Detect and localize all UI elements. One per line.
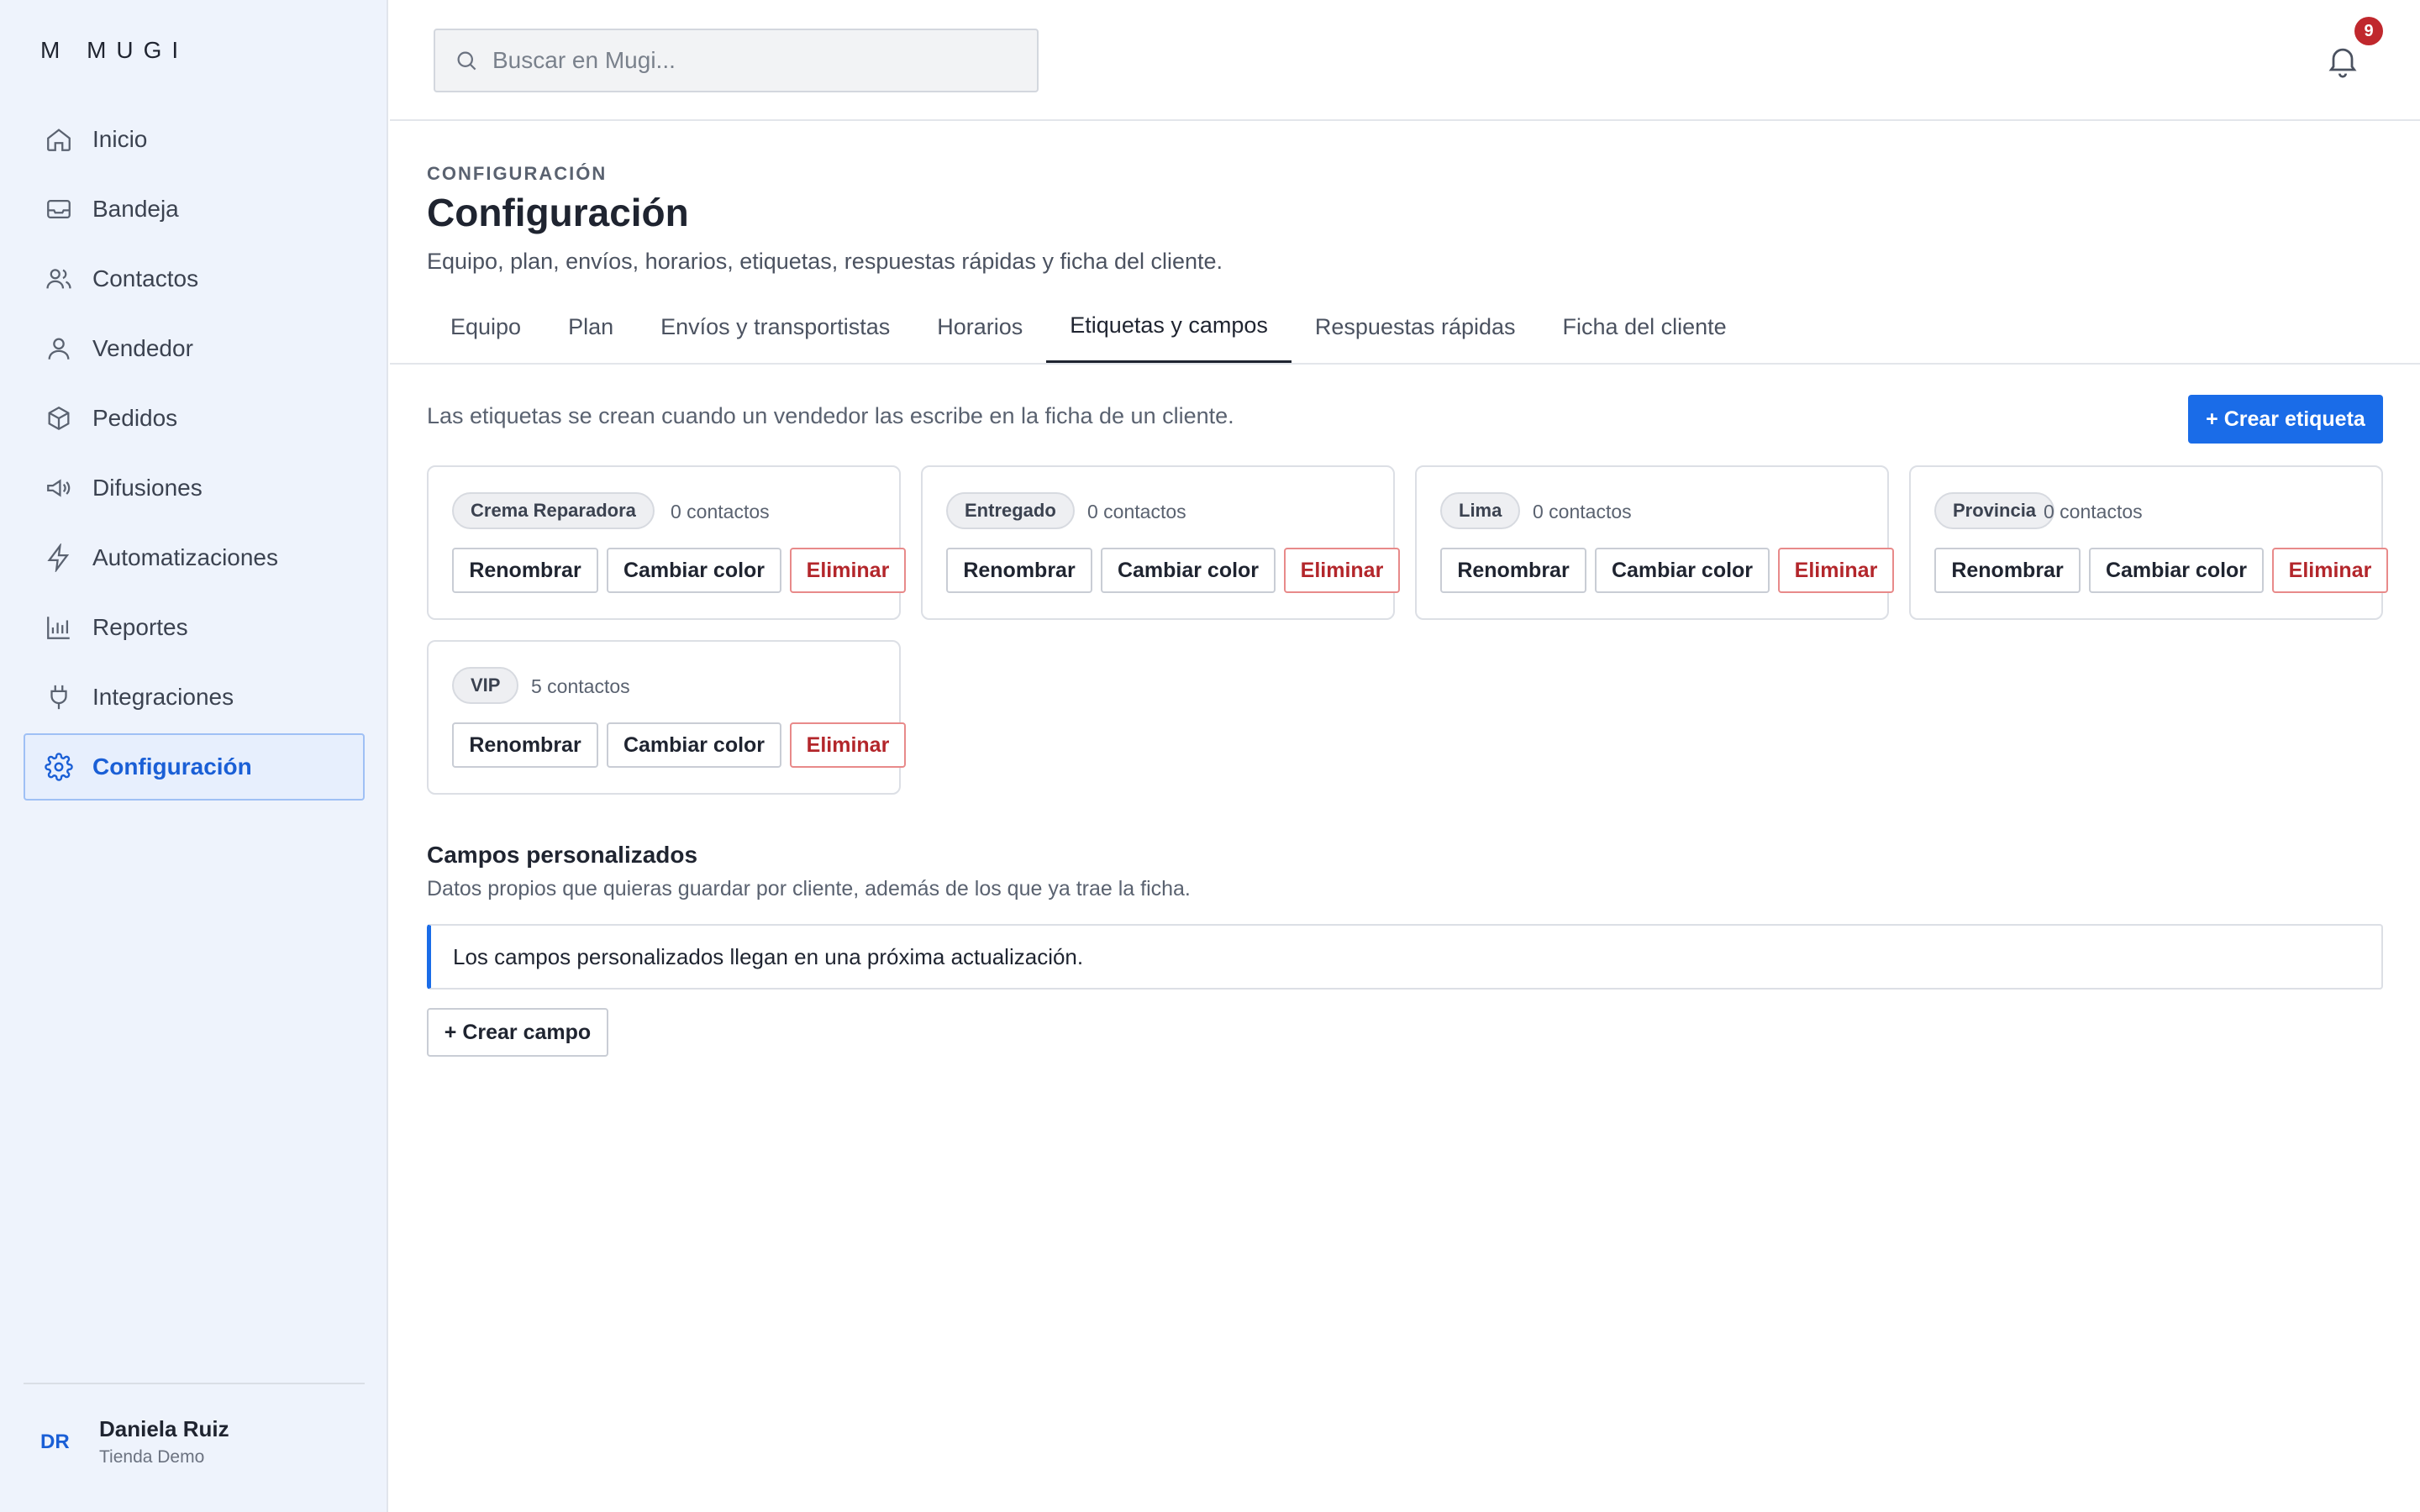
tag-chip: Provincia (1934, 492, 2055, 529)
sidebar-item-label: Inicio (92, 126, 148, 152)
sidebar-item-label: Vendedor (92, 335, 193, 361)
sidebar-item-difusiones[interactable]: Difusiones (24, 454, 365, 522)
box-icon (44, 403, 74, 433)
bar-chart-icon (44, 612, 74, 643)
tab-etiquetas-campos[interactable]: Etiquetas y campos (1046, 291, 1292, 363)
page-subtitle: Equipo, plan, envíos, horarios, etiqueta… (427, 249, 1223, 274)
search-input[interactable] (492, 47, 997, 74)
tag-card: Entregado 0 contactos Renombrar Cambiar … (921, 465, 1400, 620)
sidebar-item-integraciones[interactable]: Integraciones (24, 664, 365, 731)
tab-ficha-cliente[interactable]: Ficha del cliente (1539, 291, 1750, 363)
sidebar-item-label: Difusiones (92, 475, 203, 501)
delete-button[interactable]: Eliminar (1778, 548, 1894, 593)
inbox-icon (44, 194, 74, 224)
main-content: CONFIGURACIÓN Configuración Equipo, plan… (390, 123, 2420, 1512)
tab-equipo[interactable]: Equipo (427, 291, 544, 363)
change-color-button[interactable]: Cambiar color (2089, 548, 2264, 593)
tag-card: Provincia 0 contactos Renombrar Cambiar … (1909, 465, 2388, 620)
sidebar-item-label: Bandeja (92, 196, 179, 222)
delete-button[interactable]: Eliminar (1284, 548, 1400, 593)
sidebar-item-vendedor[interactable]: Vendedor (24, 315, 365, 382)
topbar: 9 (390, 0, 2420, 121)
sidebar-item-label: Pedidos (92, 405, 178, 431)
create-field-button[interactable]: + Crear campo (427, 1008, 608, 1057)
sidebar-item-label: Contactos (92, 265, 199, 291)
tags-note: Las etiquetas se crean cuando un vendedo… (427, 403, 1234, 428)
sidebar-item-label: Automatizaciones (92, 544, 279, 570)
tag-count: 0 contactos (1533, 501, 1632, 522)
tab-bar: Equipo Plan Envíos y transportistas Hora… (427, 291, 2420, 363)
sidebar-item-reportes[interactable]: Reportes (24, 594, 365, 661)
sidebar-item-pedidos[interactable]: Pedidos (24, 385, 365, 452)
user-store: Tienda Demo (99, 1447, 205, 1467)
rename-button[interactable]: Renombrar (1934, 548, 2081, 593)
sidebar-item-bandeja[interactable]: Bandeja (24, 176, 365, 243)
sidebar-item-label: Integraciones (92, 684, 234, 710)
search-icon (454, 48, 479, 73)
sidebar: M MUGI Inicio Bandeja Contactos Vendedor… (0, 0, 388, 1512)
tab-envios[interactable]: Envíos y transportistas (637, 291, 913, 363)
change-color-button[interactable]: Cambiar color (607, 722, 781, 768)
avatar: DR (40, 1430, 70, 1453)
bell-icon[interactable] (2324, 40, 2361, 81)
search-box[interactable] (434, 29, 1039, 92)
gear-icon (44, 752, 74, 782)
custom-fields-subtitle: Datos propios que quieras guardar por cl… (427, 877, 1191, 900)
tag-card: Crema Reparadora 0 contactos Renombrar C… (427, 465, 906, 620)
rename-button[interactable]: Renombrar (452, 548, 598, 593)
change-color-button[interactable]: Cambiar color (607, 548, 781, 593)
tag-card: VIP 5 contactos Renombrar Cambiar color … (427, 640, 906, 795)
sidebar-divider (24, 1383, 365, 1384)
user-info: Daniela Ruiz Tienda Demo (99, 1416, 229, 1467)
custom-fields-info: Los campos personalizados llegan en una … (427, 924, 2383, 990)
user-icon (44, 333, 74, 364)
change-color-button[interactable]: Cambiar color (1595, 548, 1770, 593)
tag-card: Lima 0 contactos Renombrar Cambiar color… (1415, 465, 1894, 620)
notification-badge: 9 (2354, 17, 2383, 45)
tag-chip: Entregado (946, 492, 1075, 529)
create-tag-button[interactable]: + Crear etiqueta (2188, 395, 2383, 444)
brand-logo[interactable]: M MUGI (40, 37, 188, 64)
delete-button[interactable]: Eliminar (790, 722, 906, 768)
sidebar-item-label: Configuración (92, 753, 252, 780)
delete-button[interactable]: Eliminar (790, 548, 906, 593)
user-profile[interactable]: DR Daniela Ruiz Tienda Demo (40, 1416, 229, 1467)
tab-plan[interactable]: Plan (544, 291, 637, 363)
tab-respuestas-rapidas[interactable]: Respuestas rápidas (1292, 291, 1539, 363)
page-title: Configuración (427, 191, 689, 234)
tag-chip: Lima (1440, 492, 1521, 529)
custom-fields-title: Campos personalizados (427, 842, 698, 868)
rename-button[interactable]: Renombrar (452, 722, 598, 768)
tabs-divider (390, 363, 2420, 365)
users-icon (44, 264, 74, 294)
sidebar-item-label: Reportes (92, 614, 188, 640)
tag-count: 5 contactos (531, 675, 630, 697)
megaphone-icon (44, 473, 74, 503)
change-color-button[interactable]: Cambiar color (1101, 548, 1276, 593)
home-icon (44, 124, 74, 155)
tag-count: 0 contactos (2044, 501, 2143, 522)
delete-button[interactable]: Eliminar (2272, 548, 2388, 593)
user-name: Daniela Ruiz (99, 1416, 229, 1441)
tag-count: 0 contactos (671, 501, 770, 522)
rename-button[interactable]: Renombrar (946, 548, 1092, 593)
tag-chip: Crema Reparadora (452, 492, 655, 529)
bolt-icon (44, 543, 74, 573)
sidebar-item-configuracion[interactable]: Configuración (24, 733, 365, 801)
rename-button[interactable]: Renombrar (1440, 548, 1586, 593)
tag-count: 0 contactos (1087, 501, 1186, 522)
tag-chip: VIP (452, 667, 519, 704)
sidebar-nav: Inicio Bandeja Contactos Vendedor Pedido… (24, 106, 365, 803)
tab-horarios[interactable]: Horarios (913, 291, 1046, 363)
plug-icon (44, 682, 74, 712)
sidebar-item-contactos[interactable]: Contactos (24, 245, 365, 312)
sidebar-item-automatizaciones[interactable]: Automatizaciones (24, 524, 365, 591)
sidebar-item-inicio[interactable]: Inicio (24, 106, 365, 173)
breadcrumb: CONFIGURACIÓN (427, 163, 608, 184)
